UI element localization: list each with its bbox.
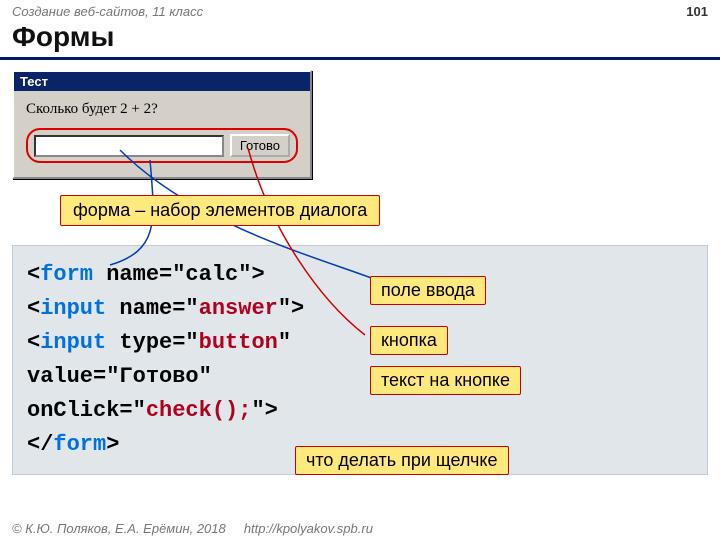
code-line-2: <input name="answer"> xyxy=(27,292,693,326)
callout-onclick: что делать при щелчке xyxy=(295,446,509,475)
header: Создание веб-сайтов, 11 класс 101 xyxy=(0,0,720,19)
dialog-question: Сколько будет 2 + 2? xyxy=(26,101,298,118)
callout-input: поле ввода xyxy=(370,276,486,305)
page-number: 101 xyxy=(686,4,708,19)
footer: © К.Ю. Поляков, Е.А. Ерёмин, 2018 http:/… xyxy=(12,521,373,536)
sample-dialog: Тест Сколько будет 2 + 2? Готово xyxy=(12,70,312,179)
callout-value: текст на кнопке xyxy=(370,366,521,395)
dialog-body: Сколько будет 2 + 2? Готово xyxy=(14,91,310,177)
submit-button[interactable]: Готово xyxy=(230,134,290,157)
code-line-5: onClick="check();"> xyxy=(27,394,693,428)
callout-form: форма – набор элементов диалога xyxy=(60,195,380,226)
code-line-3: <input type="button" xyxy=(27,326,693,360)
code-line-4: value="Готово" xyxy=(27,360,693,394)
footer-url: http://kpolyakov.spb.ru xyxy=(244,521,373,536)
course-label: Создание веб-сайтов, 11 класс xyxy=(12,4,203,19)
copyright: © К.Ю. Поляков, Е.А. Ерёмин, 2018 xyxy=(12,521,226,536)
page-title: Формы xyxy=(0,19,720,60)
code-line-1: <form name="calc"> xyxy=(27,258,693,292)
dialog-titlebar: Тест xyxy=(14,72,310,91)
answer-input[interactable] xyxy=(34,135,224,157)
callout-button: кнопка xyxy=(370,326,448,355)
code-block: <form name="calc"> <input name="answer">… xyxy=(12,245,708,475)
dialog-form-row: Готово xyxy=(26,128,298,163)
